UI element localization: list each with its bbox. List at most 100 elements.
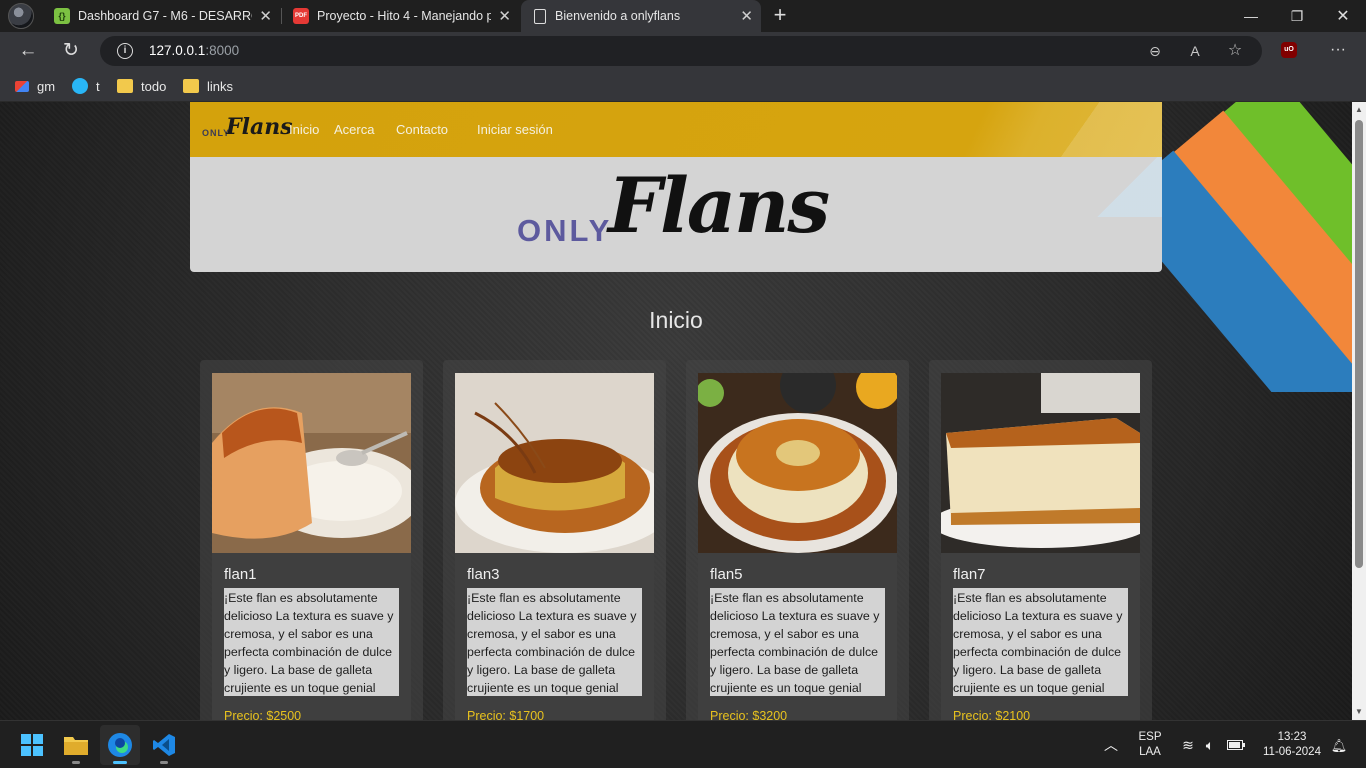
product-column: flan7 ¡Este flan es absolutamente delici… <box>929 360 1152 720</box>
windows-logo-icon <box>21 734 43 756</box>
notification-bell-icon[interactable]: 🔔︎ <box>1330 721 1348 768</box>
folder-icon <box>183 79 199 93</box>
language-indicator[interactable]: ESP LAA <box>1130 721 1170 768</box>
bookmark-gm[interactable]: gm <box>15 76 55 96</box>
nav-iniciar-sesion[interactable]: Iniciar sesión <box>477 122 553 137</box>
scroll-up-icon[interactable]: ▲ <box>1355 106 1363 114</box>
keyboard-layout: LAA <box>1139 746 1161 758</box>
vscode-button[interactable] <box>144 725 184 765</box>
site-icon <box>72 78 88 94</box>
bookmark-todo[interactable]: todo <box>117 76 166 96</box>
chevron-up-icon[interactable]: ︿ <box>1100 721 1122 768</box>
product-card[interactable]: flan3 ¡Este flan es absolutamente delici… <box>455 373 654 720</box>
clock-date: 11-06-2024 <box>1263 746 1321 758</box>
product-description: ¡Este flan es absolutamente delicioso La… <box>953 588 1128 696</box>
product-description: ¡Este flan es absolutamente delicioso La… <box>467 588 642 696</box>
clock-time: 13:23 <box>1277 731 1307 743</box>
flan-image <box>941 373 1140 553</box>
zoom-out-icon[interactable]: ⊖ <box>1146 42 1164 60</box>
flan-image <box>455 373 654 553</box>
flan-image <box>698 373 897 553</box>
flan-image <box>212 373 411 553</box>
url-text[interactable]: 127.0.0.1:8000 <box>149 43 239 58</box>
close-icon[interactable]: ✕ <box>740 7 753 25</box>
nav-acerca[interactable]: Acerca <box>334 122 374 137</box>
code-icon: {} <box>54 8 70 24</box>
ublock-extension-icon[interactable]: uO <box>1281 42 1297 58</box>
running-indicator <box>160 761 168 764</box>
tab-bar: {} Dashboard G7 - M6 - DESARROLLO ✕ PDF … <box>0 0 1366 32</box>
vscode-icon <box>153 734 175 756</box>
battery-icon[interactable] <box>1224 721 1248 768</box>
restore-button[interactable]: ❐ <box>1274 0 1320 32</box>
volume-icon[interactable]: 🔈︎ <box>1200 721 1220 768</box>
product-price: Precio: $2100 <box>953 709 1031 720</box>
product-name: flan3 <box>467 566 500 583</box>
tab-proyecto[interactable]: PDF Proyecto - Hito 4 - Manejando petici… <box>283 0 519 32</box>
product-name: flan1 <box>224 566 257 583</box>
minimize-button[interactable]: — <box>1228 0 1274 32</box>
product-column: flan3 ¡Este flan es absolutamente delici… <box>443 360 666 720</box>
new-tab-button[interactable]: + <box>768 3 792 27</box>
address-bar[interactable]: i 127.0.0.1:8000 ⊖ A ☆ <box>100 36 1262 66</box>
info-icon[interactable]: i <box>117 43 133 59</box>
bookmark-label: t <box>96 78 100 94</box>
tab-label: Proyecto - Hito 4 - Manejando peticiones <box>317 9 491 23</box>
folder-icon <box>64 737 88 755</box>
reload-button[interactable]: ↻ <box>57 37 85 65</box>
product-card[interactable]: flan1 ¡Este flan es absolutamente delici… <box>212 373 411 720</box>
tab-label: Dashboard G7 - M6 - DESARROLLO <box>78 9 252 23</box>
edge-button[interactable] <box>100 725 140 765</box>
bookmark-label: gm <box>37 78 56 94</box>
profile-avatar[interactable] <box>8 3 34 29</box>
hero-corner <box>1092 157 1162 217</box>
file-explorer-button[interactable] <box>56 725 96 765</box>
site-navbar: ONLY Flans Inicio Acerca Contacto Inicia… <box>190 102 1162 157</box>
product-card[interactable]: flan7 ¡Este flan es absolutamente delici… <box>941 373 1140 720</box>
nav-inicio[interactable]: Inicio <box>289 122 319 137</box>
scroll-down-icon[interactable]: ▼ <box>1355 708 1363 716</box>
scrollbar-thumb[interactable] <box>1355 120 1363 568</box>
hero-flans-text: Flans <box>608 161 830 250</box>
bookmarks-bar: gm t todo links <box>0 70 1366 102</box>
browser-toolbar: ← ↻ i 127.0.0.1:8000 ⊖ A ☆ uO ··· <box>0 32 1366 70</box>
product-card[interactable]: flan5 ¡Este flan es absolutamente delici… <box>698 373 897 720</box>
start-button[interactable] <box>12 725 52 765</box>
navbar-highlight <box>1032 102 1162 157</box>
close-icon[interactable]: ✕ <box>259 7 272 25</box>
read-aloud-icon[interactable]: A <box>1186 42 1204 60</box>
pdf-icon: PDF <box>293 8 309 24</box>
product-price: Precio: $3200 <box>710 709 788 720</box>
hero-only-text: ONLY <box>517 213 613 248</box>
running-indicator <box>72 761 80 764</box>
language-code: ESP <box>1138 731 1162 743</box>
windows-taskbar: ︿ ESP LAA ≋ 🔈︎ 13:23 11-06-2024 🔔︎ <box>0 720 1366 768</box>
bookmark-label: todo <box>141 78 167 94</box>
tab-dashboard[interactable]: {} Dashboard G7 - M6 - DESARROLLO ✕ <box>44 0 280 32</box>
page-scrollbar[interactable]: ▲ ▼ <box>1352 102 1366 720</box>
wifi-icon[interactable]: ≋ <box>1178 721 1198 768</box>
product-description: ¡Este flan es absolutamente delicioso La… <box>224 588 399 696</box>
product-name: flan7 <box>953 566 986 583</box>
nav-contacto[interactable]: Contacto <box>396 122 448 137</box>
page-title: Inicio <box>649 307 703 333</box>
tab-onlyflans[interactable]: Bienvenido a onlyflans ✕ <box>521 0 761 32</box>
running-indicator <box>113 761 127 764</box>
back-button[interactable]: ← <box>14 37 42 65</box>
more-menu-icon[interactable]: ··· <box>1325 38 1351 64</box>
favorite-star-icon[interactable]: ☆ <box>1226 42 1244 60</box>
close-window-button[interactable]: ✕ <box>1320 0 1366 32</box>
tab-label: Bienvenido a onlyflans <box>555 9 681 23</box>
close-icon[interactable]: ✕ <box>498 7 511 25</box>
logo-flans-text: Flans <box>226 114 293 140</box>
bookmark-t[interactable]: t <box>72 76 100 96</box>
clock[interactable]: 13:23 11-06-2024 <box>1256 721 1328 768</box>
hero-banner: ONLY Flans <box>190 157 1162 272</box>
page-viewport: ONLY Flans Inicio Acerca Contacto Inicia… <box>0 102 1352 720</box>
product-name: flan5 <box>710 566 743 583</box>
product-price: Precio: $2500 <box>224 709 302 720</box>
tab-divider <box>281 8 282 24</box>
edge-icon <box>108 733 132 757</box>
product-column: flan1 ¡Este flan es absolutamente delici… <box>200 360 423 720</box>
bookmark-links[interactable]: links <box>183 76 233 96</box>
